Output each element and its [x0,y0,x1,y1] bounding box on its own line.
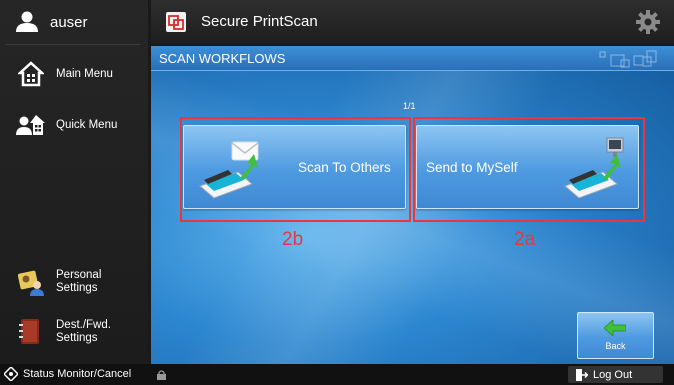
sidebar-item-main-menu[interactable]: Main Menu [0,58,148,90]
annotation-label-2b: 2b [282,229,304,250]
sidebar-item-quick-menu[interactable]: Quick Menu [0,110,148,140]
status-monitor-button[interactable]: Status Monitor/Cancel [4,367,131,381]
quick-menu-icon [16,115,45,135]
back-label: Back [605,341,626,351]
label-line: Personal [56,269,102,281]
personal-settings-label: Personal Settings [56,269,101,295]
status-bar: Status Monitor/Cancel Log Out [0,364,674,385]
address-book-icon [19,319,39,344]
label-line: Settings [56,332,98,344]
main-panel: SCAN WORKFLOWS 1/1 Scan To Others Send t… [151,46,674,364]
sidebar-item-personal-settings[interactable]: Personal Settings [0,262,148,302]
page-indicator: 1/1 [403,101,416,111]
section-header: SCAN WORKFLOWS [151,46,674,71]
label-line: Settings [56,282,98,294]
divider [6,44,140,45]
annotation-box-2a [413,117,645,222]
status-monitor-label: Status Monitor/Cancel [23,368,132,380]
user-account[interactable]: auser [0,8,148,36]
back-arrow-icon [604,320,626,336]
gear-icon[interactable] [636,10,660,34]
section-title: SCAN WORKFLOWS [159,51,286,66]
back-button[interactable]: Back [577,312,654,359]
lock-icon [157,370,166,380]
sidebar: auser Main Menu Quick Menu Personal Sett… [0,0,148,364]
home-icon [18,61,44,87]
status-monitor-icon [4,367,18,381]
annotation-label-2a: 2a [514,229,536,250]
user-icon [16,11,38,32]
sidebar-item-label: Quick Menu [56,118,118,131]
annotation-box-2b [180,117,411,222]
sidebar-item-label: Main Menu [56,67,113,80]
top-bar: Secure PrintScan [151,0,674,44]
window-decoration-icon [599,50,657,68]
app-icon [166,12,186,32]
username: auser [50,13,88,31]
app-title: Secure PrintScan [201,13,318,30]
log-out-button[interactable]: Log Out [568,366,663,383]
label-line: Dest./Fwd. [56,319,111,331]
dest-fwd-settings-label: Dest./Fwd. Settings [56,319,111,345]
log-out-label: Log Out [593,368,633,381]
log-out-icon [576,368,588,381]
sidebar-item-dest-fwd-settings[interactable]: Dest./Fwd. Settings [0,312,148,352]
personal-settings-icon [18,270,44,296]
